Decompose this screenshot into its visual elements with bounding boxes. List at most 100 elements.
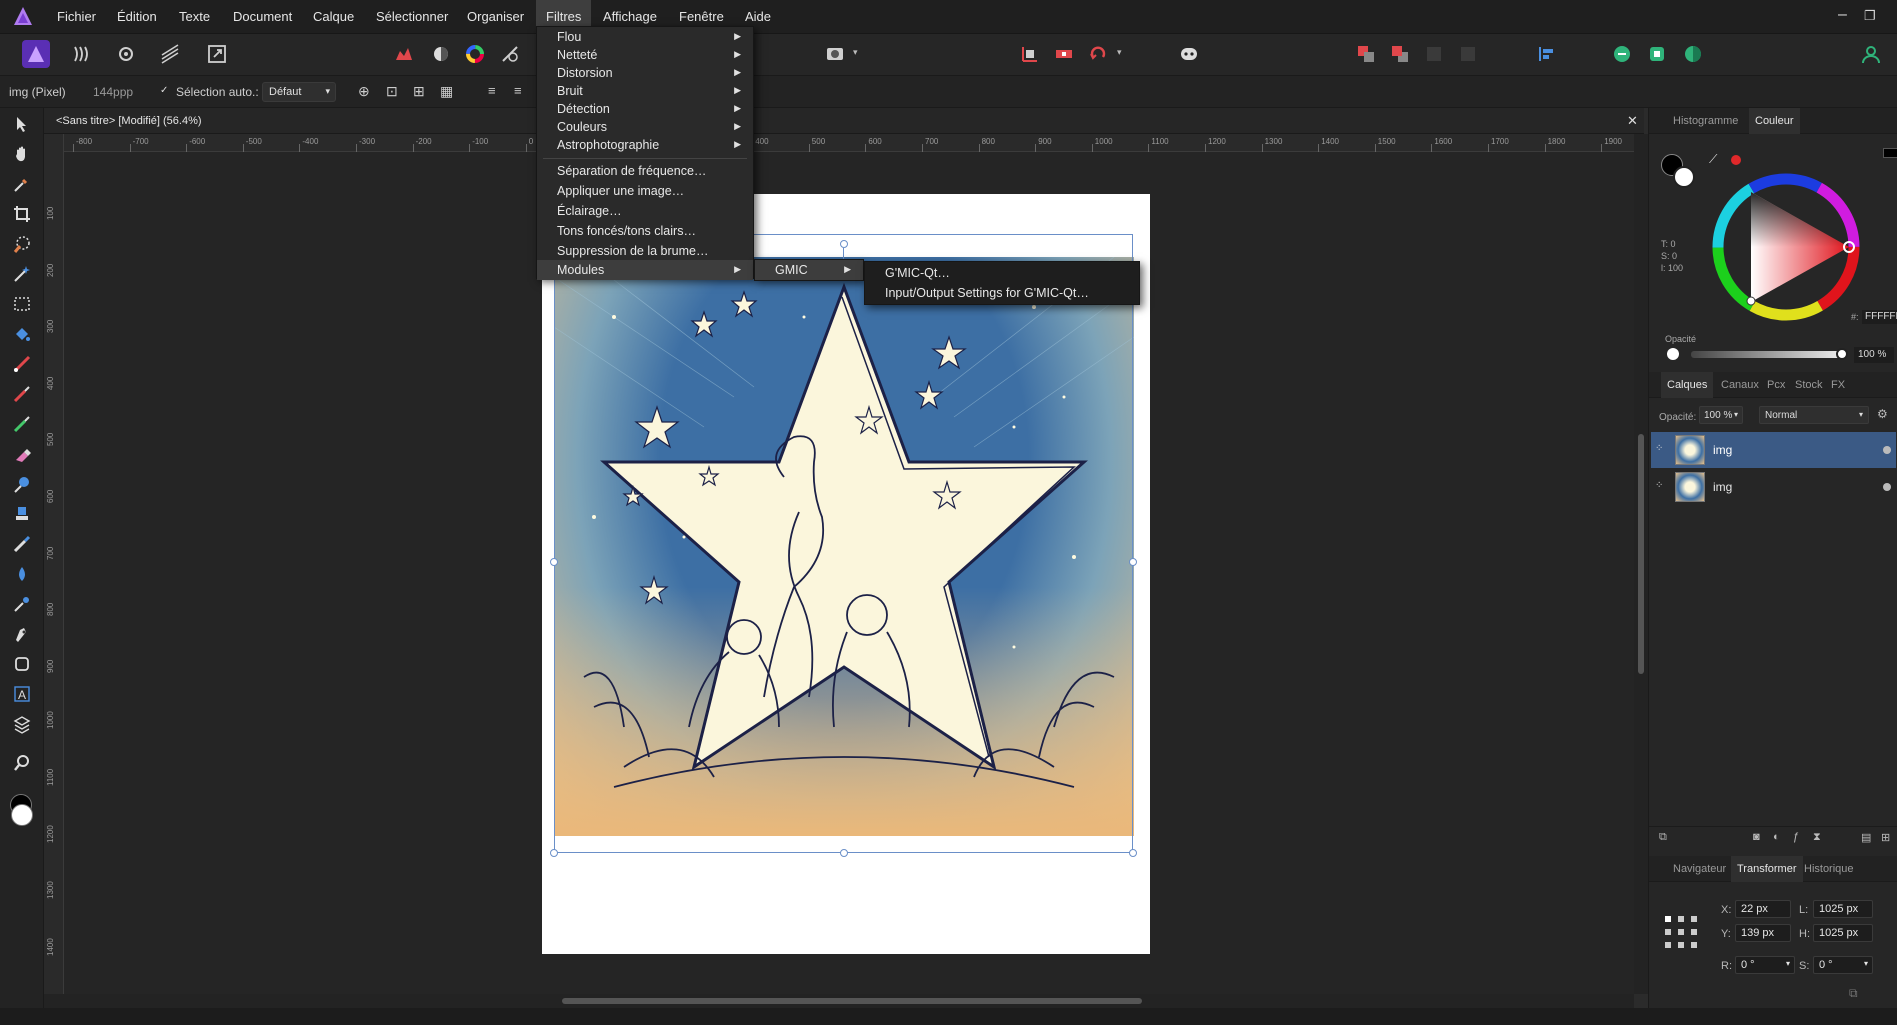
tone-mapping-persona-icon[interactable] (156, 40, 184, 68)
vertical-ruler[interactable]: 100 200 300 400 500 600 700 800 900 1000 1100 1200 1… (44, 134, 64, 994)
menu-item-modules[interactable]: Modules ▶ (537, 260, 753, 280)
assistant-icon[interactable] (1175, 40, 1203, 68)
white-balance-icon[interactable] (427, 40, 455, 68)
menu-calque[interactable]: Calque (313, 9, 354, 24)
tab-canaux[interactable]: Canaux (1721, 379, 1759, 391)
color-wheel-icon[interactable] (461, 40, 489, 68)
height-input[interactable]: 1025 px (1813, 924, 1873, 942)
move-tool-icon[interactable] (10, 112, 34, 136)
menu-item-gmic-qt[interactable]: G'MIC-Qt… (865, 263, 1139, 283)
insert-inside-icon[interactable] (1420, 40, 1448, 68)
layer-options-icon[interactable]: ⧉ (1659, 831, 1667, 844)
auto-contrast-icon[interactable] (496, 40, 524, 68)
tab-navigateur[interactable]: Navigateur (1673, 863, 1726, 875)
view-tool-icon[interactable] (10, 712, 34, 736)
anchor-point-selector[interactable] (1663, 914, 1699, 950)
designer-persona-icon[interactable] (1643, 40, 1671, 68)
color-replacement-brush-icon[interactable] (10, 412, 34, 436)
picked-color-swatch[interactable] (1731, 155, 1741, 165)
clone-brush-icon[interactable] (10, 502, 34, 526)
group-layer-icon[interactable]: ▤ (1861, 831, 1871, 844)
publisher-persona-icon[interactable] (1679, 40, 1707, 68)
menu-item-eclairage[interactable]: Éclairage… (537, 201, 753, 221)
restore-icon[interactable]: ❐ (1864, 8, 1876, 24)
layer-lock-icon[interactable]: ⁘ (1655, 480, 1663, 491)
adjustment-layer-icon[interactable]: ◐ (1773, 831, 1780, 843)
tab-stock[interactable]: Stock (1795, 379, 1823, 391)
shear-input[interactable]: 0 ° ▾ (1813, 956, 1873, 974)
fill-tool-icon[interactable] (10, 322, 34, 346)
healing-brush-icon[interactable] (10, 532, 34, 556)
layer-row[interactable]: ⁘ img (1651, 432, 1896, 468)
layer-visibility-icon[interactable] (1883, 483, 1891, 491)
color-picker-tool-icon[interactable] (10, 172, 34, 196)
menu-aide[interactable]: Aide (745, 9, 771, 24)
tab-fx[interactable]: FX (1831, 379, 1845, 391)
live-filter-icon[interactable]: ⧗ (1813, 831, 1821, 844)
chevron-down-icon[interactable]: ▾ (1117, 47, 1122, 58)
eyedropper-icon[interactable]: ⟋ (1709, 152, 1717, 167)
tab-pcx[interactable]: Pcx (1767, 379, 1785, 391)
menu-item-astrophotographie[interactable]: Astrophotographie ▶ (537, 135, 753, 155)
gradient-tool-icon[interactable] (10, 352, 34, 376)
menu-organiser[interactable]: Organiser (467, 9, 524, 24)
menu-item-separation-frequence[interactable]: Séparation de fréquence… (537, 161, 753, 181)
snapping-icon[interactable] (1533, 40, 1561, 68)
blur-brush-icon[interactable] (10, 562, 34, 586)
menu-item-detection[interactable]: Détection ▶ (537, 99, 753, 119)
bbox-handle-bottom-center[interactable] (840, 849, 848, 857)
transform-origin-icon[interactable]: ⊕ (358, 83, 370, 100)
rotate-icon[interactable] (1084, 40, 1112, 68)
menu-item-couleurs[interactable]: Couleurs ▶ (537, 117, 753, 137)
mesh-warp-icon[interactable] (10, 592, 34, 616)
layer-settings-gear-icon[interactable]: ⚙ (1877, 407, 1888, 421)
menu-item-suppression-brume[interactable]: Suppression de la brume… (537, 241, 753, 261)
tab-calques[interactable]: Calques (1661, 372, 1714, 398)
marquee-tool-icon[interactable] (10, 292, 34, 316)
horizontal-scrollbar[interactable] (44, 994, 1634, 1008)
align-left-icon[interactable]: ≡ (488, 83, 496, 98)
bbox-handle-rotate[interactable] (840, 240, 848, 248)
menu-item-nettete[interactable]: Netteté ▶ (537, 45, 753, 65)
layer-visibility-icon[interactable] (1883, 446, 1891, 454)
close-document-icon[interactable]: ✕ (1627, 113, 1638, 129)
photo-persona-icon[interactable] (22, 40, 50, 68)
bbox-handle-middle-left[interactable] (550, 558, 558, 566)
insert-behind-icon[interactable] (1352, 40, 1380, 68)
opacity-slider[interactable] (1691, 351, 1843, 358)
menu-item-distorsion[interactable]: Distorsion ▶ (537, 63, 753, 83)
menu-texte[interactable]: Texte (179, 9, 210, 24)
shape-tool-icon[interactable] (10, 652, 34, 676)
chevron-down-icon[interactable]: ▾ (853, 47, 858, 58)
width-input[interactable]: 1025 px (1813, 900, 1873, 918)
layer-row[interactable]: ⁘ img (1651, 469, 1896, 505)
levels-icon[interactable] (390, 40, 418, 68)
menu-item-bruit[interactable]: Bruit ▶ (537, 81, 753, 101)
menu-edition[interactable]: Édition (117, 9, 157, 24)
hand-tool-icon[interactable] (10, 142, 34, 166)
erase-brush-icon[interactable] (10, 442, 34, 466)
auto-select-dropdown[interactable]: Défaut ▾ (262, 82, 336, 102)
bbox-handle-bottom-left[interactable] (550, 849, 558, 857)
menu-item-flou[interactable]: Flou ▶ (537, 27, 753, 47)
mask-layer-icon[interactable]: ◙ (1753, 831, 1760, 843)
layer-lock-icon[interactable]: ⁘ (1655, 443, 1663, 454)
rotation-input[interactable]: 0 ° ▾ (1735, 956, 1795, 974)
minimize-icon[interactable]: – (1838, 6, 1847, 24)
export-persona-icon[interactable] (203, 40, 231, 68)
menu-item-gmic[interactable]: GMIC ▶ (755, 260, 863, 280)
stroke-color-swatch[interactable] (1673, 166, 1695, 188)
horizontal-ruler[interactable]: -800-700-600-500-400-300-200-10001002003… (64, 134, 1634, 152)
insert-below-icon[interactable] (1454, 40, 1482, 68)
tab-histogramme[interactable]: Histogramme (1673, 115, 1738, 127)
flip-icon[interactable] (1050, 40, 1078, 68)
account-icon[interactable] (1857, 40, 1885, 68)
y-position-input[interactable]: 139 px (1735, 924, 1791, 942)
checkbox-icon[interactable]: ✓ (160, 85, 168, 96)
flood-select-icon[interactable] (10, 262, 34, 286)
blend-mode-dropdown[interactable]: Normal ▾ (1759, 406, 1869, 424)
show-bbox-icon[interactable]: ⊡ (386, 83, 398, 100)
tab-historique[interactable]: Historique (1804, 863, 1854, 875)
scale-icon[interactable]: ⊞ (413, 83, 425, 100)
grid-icon[interactable]: ▦ (440, 83, 453, 100)
